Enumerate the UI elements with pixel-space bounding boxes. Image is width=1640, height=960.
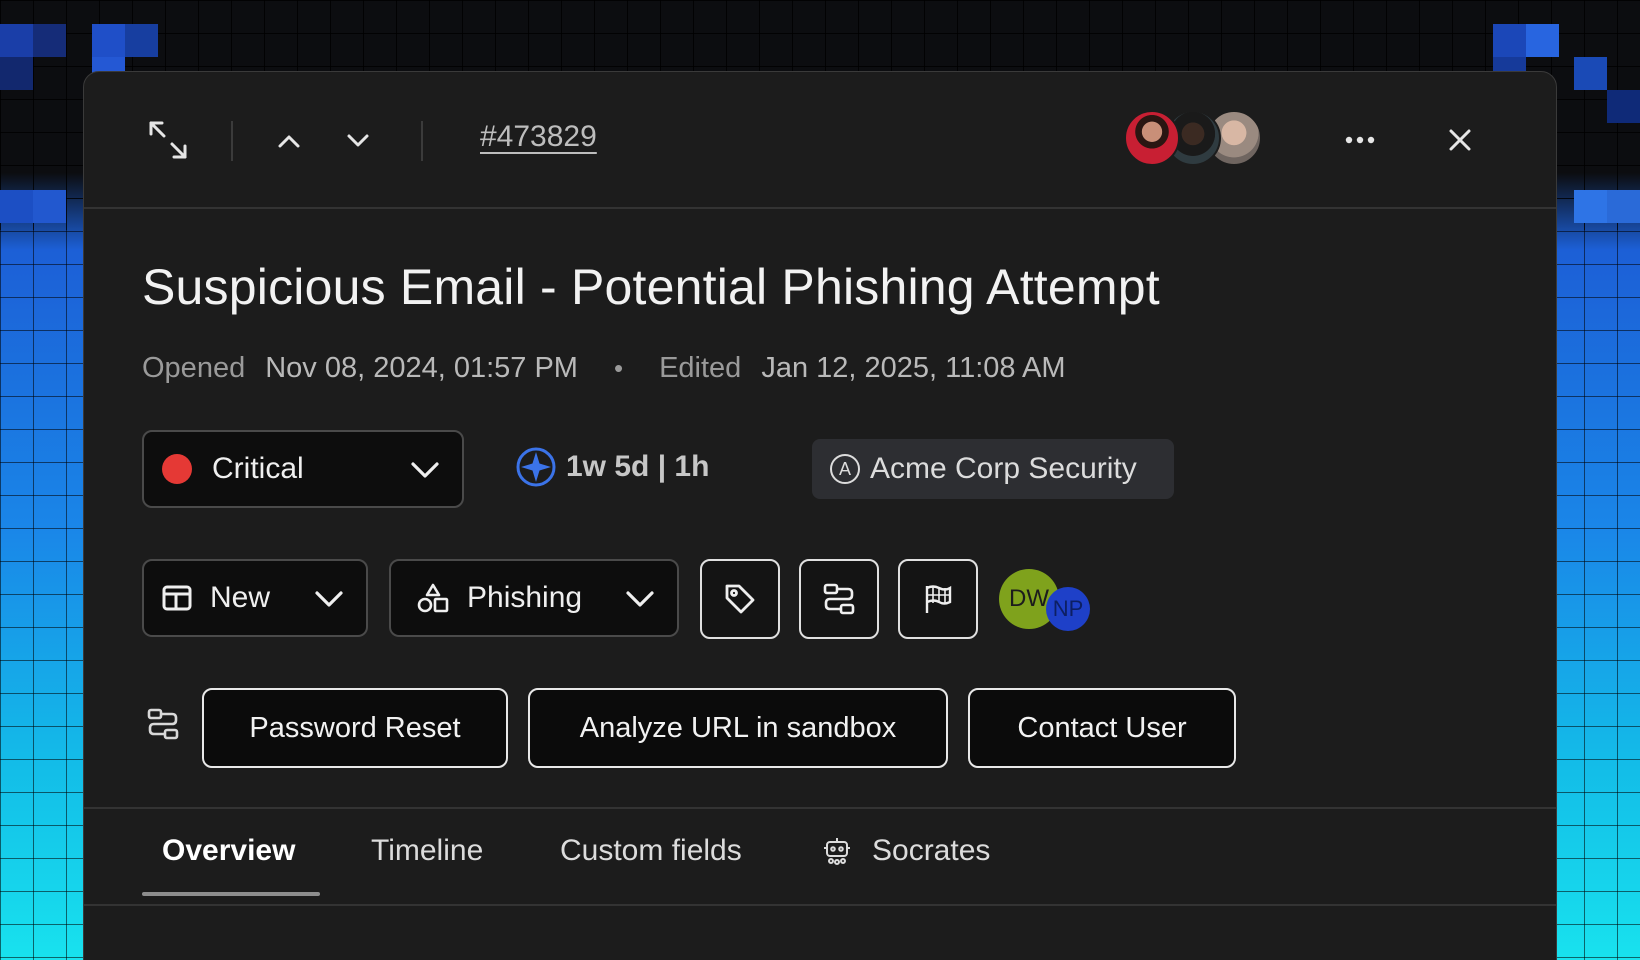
panel-header: #473829 bbox=[84, 72, 1556, 209]
opened-label: Opened bbox=[142, 352, 246, 384]
tab-timeline[interactable]: Timeline bbox=[371, 834, 483, 868]
workflow-icon bbox=[146, 707, 180, 741]
flag-icon bbox=[925, 585, 952, 613]
tag-icon bbox=[725, 584, 755, 614]
divider bbox=[421, 121, 423, 161]
incident-title: Suspicious Email - Potential Phishing At… bbox=[142, 259, 1160, 315]
compass-star-icon bbox=[516, 447, 556, 487]
edited-label: Edited bbox=[659, 352, 742, 384]
chevron-up-icon[interactable] bbox=[274, 126, 304, 156]
chevron-down-icon bbox=[315, 591, 343, 607]
chevron-down-icon bbox=[411, 462, 439, 478]
watchers-avatar-group[interactable] bbox=[1124, 110, 1264, 166]
assignee-avatar-np[interactable]: NP bbox=[1046, 587, 1090, 631]
tab-socrates[interactable]: Socrates bbox=[822, 834, 990, 868]
tab-custom-fields[interactable]: Custom fields bbox=[560, 834, 742, 868]
workflow-button[interactable] bbox=[799, 559, 879, 639]
expand-icon[interactable] bbox=[144, 116, 192, 164]
incident-meta: Opened Nov 08, 2024, 01:57 PM • Edited J… bbox=[142, 352, 1066, 385]
team-badge[interactable]: A Acme Corp Security bbox=[812, 439, 1174, 499]
tab-overview[interactable]: Overview bbox=[162, 834, 295, 868]
tag-button[interactable] bbox=[700, 559, 780, 639]
divider bbox=[231, 121, 233, 161]
flag-button[interactable] bbox=[898, 559, 978, 639]
team-label: Acme Corp Security bbox=[870, 452, 1137, 485]
incident-panel: #473829 Suspicious Email - Potential Phi… bbox=[83, 71, 1557, 960]
status-dropdown[interactable]: New bbox=[142, 559, 368, 637]
board-icon bbox=[162, 584, 192, 612]
more-options-icon[interactable] bbox=[1340, 120, 1380, 160]
divider bbox=[84, 904, 1556, 906]
assignee-initials: NP bbox=[1052, 596, 1084, 621]
chevron-down-icon bbox=[626, 591, 654, 607]
analyze-url-button[interactable]: Analyze URL in sandbox bbox=[528, 688, 948, 768]
ticket-id-link[interactable]: #473829 bbox=[480, 120, 597, 154]
team-icon-letter: A bbox=[838, 458, 851, 479]
avatar bbox=[1124, 110, 1180, 166]
contact-user-button[interactable]: Contact User bbox=[968, 688, 1236, 768]
robot-icon bbox=[822, 836, 852, 866]
divider bbox=[84, 807, 1556, 809]
sla-timer: 1w 5d | 1h bbox=[516, 447, 709, 487]
category-dropdown[interactable]: Phishing bbox=[389, 559, 679, 637]
tab-socrates-label: Socrates bbox=[872, 834, 991, 867]
sla-text: 1w 5d | 1h bbox=[566, 450, 710, 483]
severity-label: Critical bbox=[212, 452, 304, 485]
assignee-initials: DW bbox=[1009, 585, 1049, 612]
severity-dropdown[interactable]: Critical bbox=[142, 430, 464, 508]
category-label: Phishing bbox=[467, 581, 583, 614]
severity-dot-icon bbox=[162, 454, 192, 484]
active-tab-indicator bbox=[142, 892, 320, 896]
team-icon: A bbox=[830, 454, 860, 484]
close-icon[interactable] bbox=[1440, 120, 1480, 160]
chevron-down-icon[interactable] bbox=[343, 126, 373, 156]
edited-date: Jan 12, 2025, 11:08 AM bbox=[761, 352, 1066, 384]
opened-date: Nov 08, 2024, 01:57 PM bbox=[265, 352, 578, 384]
password-reset-button[interactable]: Password Reset bbox=[202, 688, 508, 768]
shapes-icon bbox=[417, 583, 449, 613]
status-label: New bbox=[210, 581, 271, 614]
meta-separator: • bbox=[613, 353, 624, 383]
workflow-icon bbox=[823, 583, 855, 615]
